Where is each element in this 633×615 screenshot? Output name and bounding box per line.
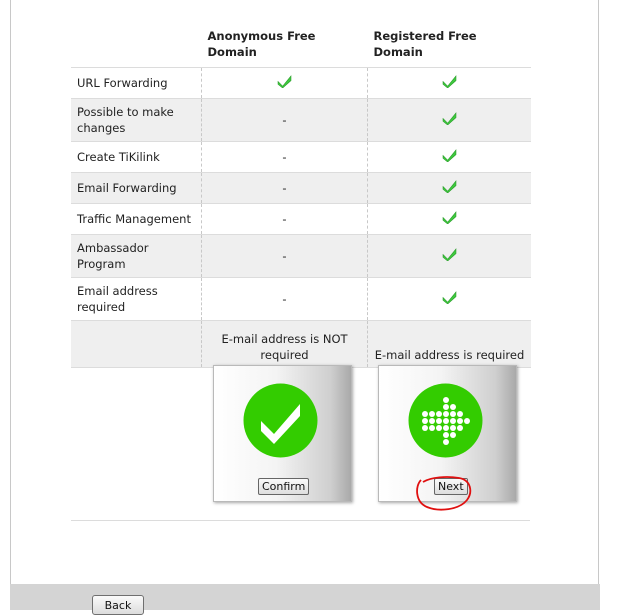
- anonymous-choice-panel: Confirm: [213, 365, 352, 502]
- checkmark-icon: [277, 75, 292, 88]
- unavailable-dash: -: [282, 292, 287, 306]
- registered-cell: [367, 141, 531, 173]
- frame-border-right: [598, 0, 599, 584]
- unavailable-dash: -: [282, 113, 287, 127]
- feature-label: Email Forwarding: [71, 172, 202, 204]
- big-checkmark-icon: [243, 383, 318, 458]
- registered-cell: [367, 277, 531, 321]
- registered-cell: [367, 98, 531, 142]
- comparison-table: Anonymous Free Domain Registered Free Do…: [71, 25, 531, 368]
- anonymous-cell: [201, 67, 368, 99]
- frame-border-left: [10, 0, 11, 584]
- feature-label: Create TiKilink: [71, 141, 202, 173]
- checkmark-icon: [442, 291, 457, 304]
- header-empty-cell: [71, 25, 202, 68]
- anonymous-cell: -: [201, 141, 368, 173]
- anonymous-cell: -: [201, 277, 368, 321]
- requirement-empty-cell: [71, 320, 202, 368]
- table-row: Ambassador Program -: [71, 234, 531, 278]
- registered-cell: [367, 172, 531, 204]
- table-row: Possible to make changes -: [71, 98, 531, 142]
- anonymous-cell: -: [201, 98, 368, 142]
- table-row: Traffic Management -: [71, 203, 531, 235]
- unavailable-dash: -: [282, 150, 287, 164]
- dotted-arrow-icon: [408, 383, 483, 458]
- registered-cell: [367, 67, 531, 99]
- feature-label: Ambassador Program: [71, 234, 202, 278]
- anonymous-cell: -: [201, 234, 368, 278]
- unavailable-dash: -: [282, 249, 287, 263]
- registered-cell: [367, 234, 531, 278]
- registered-choice-panel: Next: [378, 365, 517, 502]
- feature-label: Email address required: [71, 277, 202, 321]
- table-row: URL Forwarding: [71, 67, 531, 99]
- checkmark-icon: [442, 112, 457, 125]
- anonymous-cell: -: [201, 203, 368, 235]
- table-row: Email Forwarding -: [71, 172, 531, 204]
- anonymous-cell: -: [201, 172, 368, 204]
- feature-label: Traffic Management: [71, 203, 202, 235]
- feature-label: Possible to make changes: [71, 98, 202, 142]
- feature-label: URL Forwarding: [71, 67, 202, 99]
- checkmark-icon: [442, 248, 457, 261]
- table-row: Email address required -: [71, 277, 531, 321]
- checkmark-icon: [442, 180, 457, 193]
- section-divider: [71, 520, 530, 521]
- next-button[interactable]: Next: [434, 478, 468, 495]
- requirement-row: E-mail address is NOT required E-mail ad…: [71, 320, 531, 368]
- confirm-button[interactable]: Confirm: [258, 478, 310, 495]
- back-button[interactable]: Back: [92, 595, 144, 615]
- checkmark-icon: [442, 211, 457, 224]
- anonymous-requirement-text: E-mail address is NOT required: [201, 320, 368, 368]
- unavailable-dash: -: [282, 181, 287, 195]
- registered-cell: [367, 203, 531, 235]
- registered-requirement-text: E-mail address is required: [367, 320, 531, 368]
- table-row: Create TiKilink -: [71, 141, 531, 173]
- column-header-registered: Registered Free Domain: [373, 29, 477, 59]
- checkmark-icon: [442, 75, 457, 88]
- unavailable-dash: -: [282, 212, 287, 226]
- table-header-row: Anonymous Free Domain Registered Free Do…: [71, 25, 531, 68]
- checkmark-icon: [442, 149, 457, 162]
- column-header-anonymous: Anonymous Free Domain: [207, 29, 316, 59]
